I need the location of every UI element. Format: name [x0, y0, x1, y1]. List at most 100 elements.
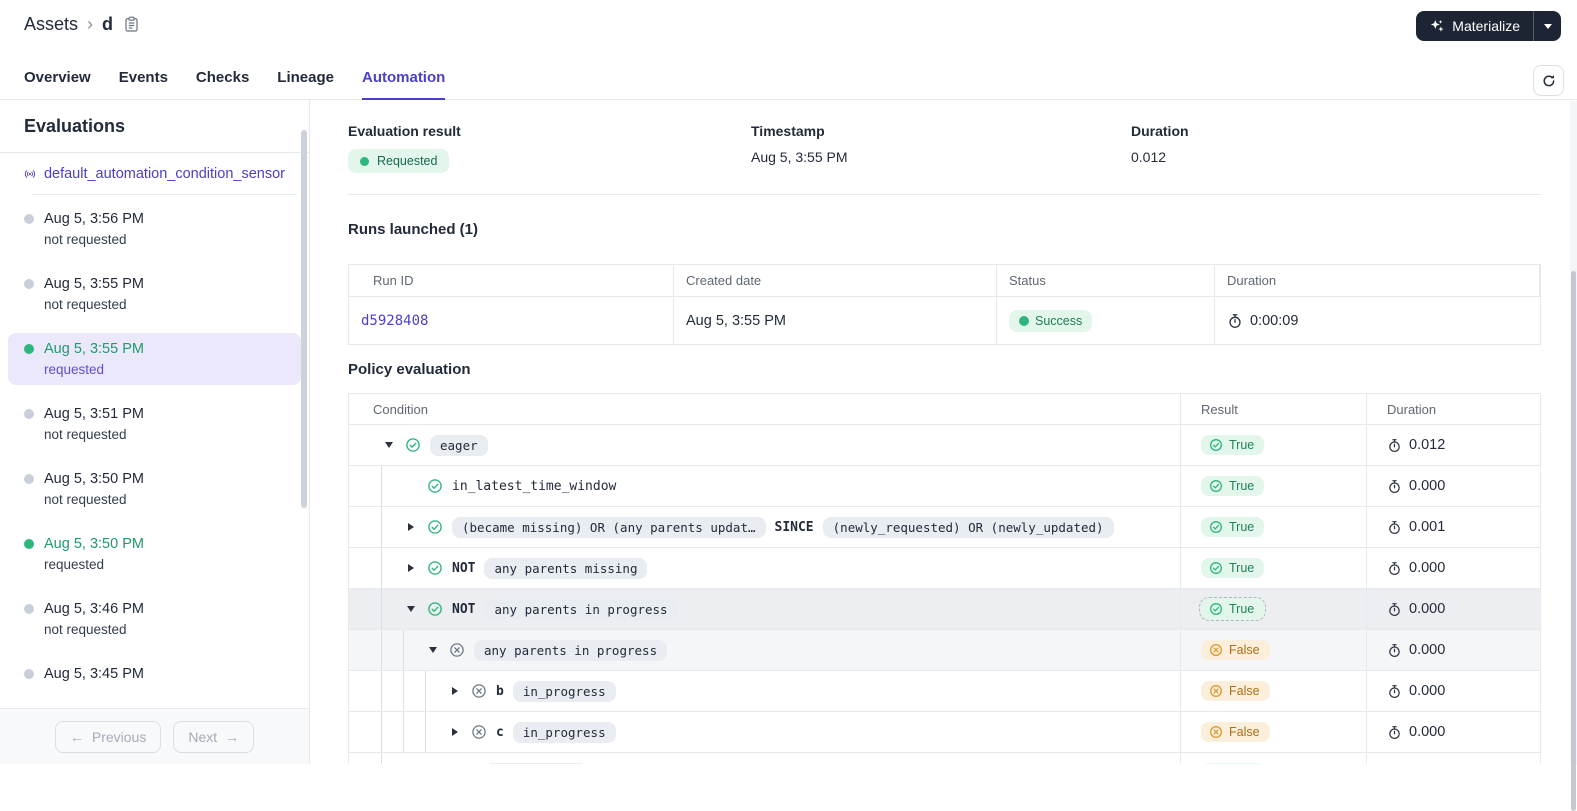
duration-label: Duration — [1131, 123, 1189, 139]
evaluation-list-item[interactable]: Aug 5, 3:46 PM not requested — [8, 593, 301, 645]
indent-guide — [381, 712, 403, 752]
indent-guide — [403, 671, 425, 711]
clipboard-icon — [125, 16, 138, 32]
policy-col-result: Result — [1181, 394, 1367, 424]
sidebar-scrollbar[interactable] — [301, 130, 307, 508]
collapse-caret[interactable] — [381, 442, 397, 448]
next-button[interactable]: Next → — [173, 720, 255, 753]
evaluation-time: Aug 5, 3:46 PM — [44, 601, 144, 617]
refresh-icon — [1543, 74, 1554, 86]
result-badge-false: False — [1201, 640, 1270, 660]
refresh-button[interactable] — [1533, 65, 1564, 96]
previous-button[interactable]: ← Previous — [54, 720, 162, 753]
tab-lineage[interactable]: Lineage — [277, 56, 334, 100]
condition-pill: in_progress — [512, 721, 616, 743]
x-circle-icon — [449, 642, 465, 658]
evaluation-status: not requested — [44, 492, 127, 507]
policy-evaluation-title: Policy evaluation — [348, 361, 471, 378]
run-id-link[interactable]: d5928408 — [361, 313, 428, 329]
policy-row: c in_progress False 0.000 — [349, 712, 1540, 753]
evaluation-result-value: Requested — [377, 154, 438, 168]
evaluation-time: Aug 5, 3:55 PM — [44, 341, 144, 357]
materialize-dropdown-button[interactable] — [1534, 11, 1561, 41]
status-dot — [24, 604, 34, 614]
materialize-button[interactable]: Materialize — [1416, 11, 1561, 41]
stopwatch-icon — [1389, 684, 1400, 698]
evaluation-time: Aug 5, 3:56 PM — [44, 211, 144, 227]
evaluation-list-item[interactable]: Aug 5, 3:45 PM — [8, 658, 301, 695]
result-value: True — [1229, 602, 1255, 616]
expand-caret[interactable] — [403, 523, 419, 531]
condition-duration: 0.000 — [1409, 683, 1446, 699]
indent-guide — [425, 712, 447, 752]
result-value: False — [1229, 643, 1260, 657]
x-circle-icon — [471, 724, 487, 740]
stopwatch-icon — [1389, 725, 1400, 739]
arrow-right-icon: → — [225, 728, 240, 745]
result-badge-true: True — [1201, 517, 1265, 537]
check-circle-icon — [1210, 439, 1222, 451]
evaluation-list-item-selected[interactable]: Aug 5, 3:55 PM requested — [8, 333, 301, 385]
check-circle-icon — [1210, 562, 1222, 574]
expand-caret[interactable] — [403, 564, 419, 572]
run-status-badge: Success — [1009, 309, 1093, 332]
evaluation-list-item[interactable]: Aug 5, 3:51 PM not requested — [8, 398, 301, 450]
collapse-caret[interactable] — [425, 647, 441, 653]
tab-events[interactable]: Events — [119, 56, 168, 100]
result-badge-true: True — [1201, 476, 1265, 496]
x-circle-icon — [1210, 644, 1222, 656]
result-value: True — [1229, 438, 1255, 452]
stopwatch-icon — [1389, 479, 1400, 493]
sensor-link-row[interactable]: default_automation_condition_sensor — [0, 153, 309, 194]
evaluation-list-item[interactable]: Aug 5, 3:56 PM not requested — [8, 203, 301, 255]
policy-col-duration: Duration — [1387, 401, 1437, 417]
evaluation-list-item[interactable]: Aug 5, 3:50 PM requested — [8, 528, 301, 580]
page-scrollbar-thumb[interactable] — [1571, 271, 1576, 811]
status-dot — [24, 214, 34, 224]
evaluation-status: requested — [44, 557, 105, 572]
tab-overview[interactable]: Overview — [24, 56, 91, 100]
check-circle-icon — [405, 437, 421, 453]
evaluation-list-item[interactable]: Aug 5, 3:50 PM not requested — [8, 463, 301, 515]
expand-caret[interactable] — [447, 728, 463, 736]
copy-asset-name-button[interactable] — [124, 16, 139, 33]
policy-col-condition: Condition — [349, 394, 1181, 424]
expand-caret[interactable] — [447, 687, 463, 695]
run-row-cell: d5928408 — [349, 297, 674, 344]
caret-right-icon — [408, 523, 414, 531]
evaluation-result-label: Evaluation result — [348, 123, 461, 139]
caret-right-icon — [452, 687, 458, 695]
result-badge-true: True — [1201, 558, 1265, 578]
tab-automation[interactable]: Automation — [361, 56, 446, 100]
sensor-link[interactable]: default_automation_condition_sensor — [44, 166, 285, 182]
breadcrumb-assets-link[interactable]: Assets — [24, 14, 78, 35]
policy-row: in_latest_time_window True 0.000 — [349, 466, 1540, 507]
evaluation-status: not requested — [44, 622, 127, 637]
policy-row: b in_progress False 0.000 — [349, 671, 1540, 712]
indent-guide — [381, 671, 403, 711]
run-status-value: Success — [1035, 313, 1083, 328]
sidebar-title: Evaluations — [0, 100, 309, 153]
materialize-button-main[interactable]: Materialize — [1416, 11, 1533, 41]
sparkle-icon — [1431, 19, 1444, 32]
evaluation-time: Aug 5, 3:55 PM — [44, 276, 144, 292]
page-scrollbar-track[interactable] — [1570, 101, 1577, 811]
condition-duration: 0.000 — [1409, 560, 1446, 576]
status-dot — [24, 474, 34, 484]
collapse-caret[interactable] — [403, 606, 419, 612]
tab-checks[interactable]: Checks — [196, 56, 249, 100]
result-value: True — [1229, 561, 1255, 575]
result-badge-true: True — [1201, 763, 1265, 764]
evaluations-sidebar: Evaluations default_automation_condition… — [0, 100, 310, 764]
indent-guide — [381, 548, 403, 588]
run-row-cell: Success — [997, 297, 1215, 344]
stopwatch-icon — [1389, 520, 1400, 534]
evaluation-list-item[interactable]: Aug 5, 3:55 PM not requested — [8, 268, 301, 320]
status-dot — [24, 539, 34, 549]
check-circle-icon — [427, 560, 443, 576]
runs-table: Run ID Created date Status Duration d592… — [348, 264, 1541, 345]
evaluations-list: Aug 5, 3:56 PM not requested Aug 5, 3:55… — [0, 195, 309, 695]
condition-pill: any parents in progress — [474, 639, 668, 661]
result-value: True — [1229, 479, 1255, 493]
indent-guide — [381, 589, 403, 629]
